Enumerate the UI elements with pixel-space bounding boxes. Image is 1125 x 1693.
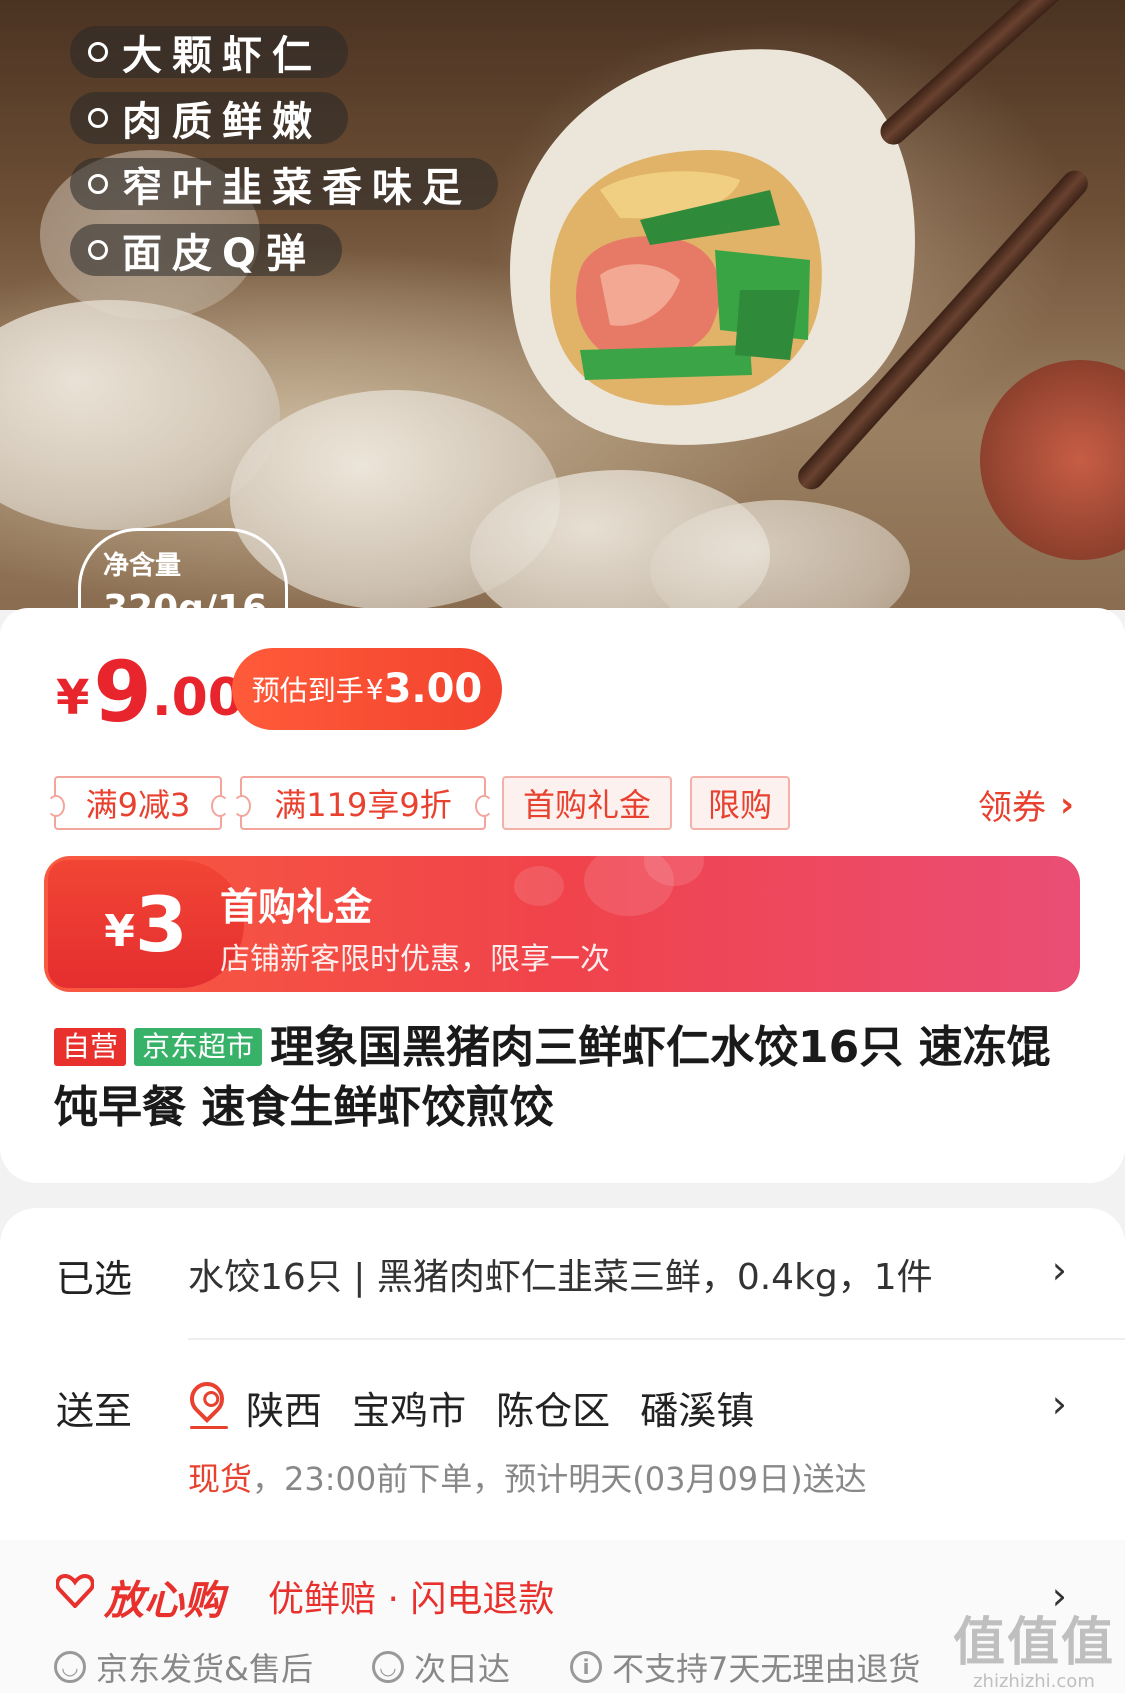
self-operated-badge: 自营 — [54, 1028, 127, 1066]
selected-label: 已选 — [56, 1257, 133, 1301]
watermark-url: zhizhizhi.com — [973, 1671, 1095, 1692]
info-icon: i — [570, 1651, 602, 1683]
divider — [188, 1338, 1125, 1340]
gift-amount: 3 — [134, 879, 188, 969]
product-hero-image[interactable]: 大颗虾仁 肉质鲜嫩 窄叶韭菜香味足 面皮Q弹 净含量 320g/16只 — [0, 0, 1125, 610]
delivery-estimate: 现货，23:00前下单，预计明天(03月09日)送达 — [188, 1454, 867, 1500]
gift-amount-block: ¥ 3 — [48, 860, 244, 988]
decorative-bubble — [514, 866, 564, 906]
first-purchase-gift-banner[interactable]: ¥ 3 首购礼金 店铺新客限时优惠，限享一次 — [44, 856, 1080, 992]
gift-subtitle: 店铺新客限时优惠，限享一次 — [220, 942, 610, 977]
estimate-currency: ¥ — [365, 672, 384, 706]
product-info-card: ¥ 9 .00 预估到手 ¥ 3.00 满9减3 满119享9折 首购礼金 限购… — [0, 608, 1125, 1183]
get-coupon-button[interactable]: 领券 › — [978, 780, 1074, 829]
bullet-circle-icon — [88, 42, 108, 62]
chevron-right-icon: › — [1051, 1248, 1067, 1292]
promo-tag-limit[interactable]: 限购 — [690, 776, 790, 830]
service-text: 京东发货&售后 — [96, 1650, 313, 1688]
chevron-right-icon: › — [1051, 1382, 1067, 1426]
price: ¥ 9 .00 — [56, 650, 244, 734]
feature-text: 肉质鲜嫩 — [122, 99, 322, 145]
service-text: 不支持7天无理由退货 — [612, 1650, 921, 1688]
bullet-circle-icon — [88, 240, 108, 260]
shipping-address: 陕西 宝鸡市 陈仓区 磻溪镇 — [246, 1389, 755, 1433]
jd-supermarket-badge: 京东超市 — [134, 1028, 263, 1066]
feature-list: 大颗虾仁 肉质鲜嫩 窄叶韭菜香味足 面皮Q弹 — [70, 26, 498, 290]
shipping-label: 送至 — [56, 1389, 133, 1433]
bullet-circle-icon — [88, 108, 108, 128]
estimate-amount: 3.00 — [383, 666, 483, 712]
gift-currency: ¥ — [104, 905, 135, 957]
estimated-price-pill[interactable]: 预估到手 ¥ 3.00 — [232, 648, 502, 730]
delivery-text: ，23:00前下单，预计明天(03月09日)送达 — [252, 1460, 867, 1498]
heart-shield-icon — [56, 1574, 94, 1608]
promo-tag-first-purchase[interactable]: 首购礼金 — [502, 776, 672, 830]
promo-tag-coupon[interactable]: 满9减3 — [47, 776, 229, 830]
price-integer: 9 — [93, 643, 152, 741]
promo-tags: 满9减3 满119享9折 首购礼金 限购 领券 › — [47, 776, 1074, 832]
sauce-bowl-shape — [980, 360, 1125, 560]
net-weight-label: 净含量 — [103, 551, 182, 581]
site-watermark: 值值值 zhizhizhi.com — [953, 1600, 1115, 1692]
feature-pill: 面皮Q弹 — [70, 224, 343, 277]
dumpling-illustration — [510, 49, 915, 445]
promo-tag-discount[interactable]: 满119享9折 — [233, 776, 493, 830]
feature-pill: 肉质鲜嫩 — [70, 92, 348, 145]
bullet-circle-icon — [88, 174, 108, 194]
watermark-text: 值值值 — [952, 1613, 1115, 1673]
stock-status: 现货 — [188, 1460, 253, 1498]
price-decimal: .00 — [151, 668, 244, 728]
feature-text: 窄叶韭菜香味足 — [122, 165, 472, 211]
location-pin-icon — [182, 1374, 232, 1424]
service-text: 次日达 — [414, 1650, 511, 1688]
estimate-label: 预估到手 — [251, 674, 364, 707]
chevron-right-icon: › — [1059, 784, 1074, 825]
selected-value: 水饺16只 | 黑猪肉虾仁韭菜三鲜，0.4kg，1件 — [188, 1257, 933, 1298]
service-item: i 不支持7天无理由退货 — [570, 1644, 920, 1690]
price-currency: ¥ — [56, 670, 90, 726]
smile-check-icon: ◡ — [54, 1651, 86, 1683]
feature-pill: 大颗虾仁 — [70, 26, 348, 79]
net-weight-badge: 净含量 320g/16只 — [78, 528, 288, 610]
assurance-subtitle: 优鲜赔 · 闪电退款 — [268, 1579, 555, 1620]
get-coupon-label: 领券 — [977, 788, 1046, 828]
service-item: ◡ 次日达 — [372, 1644, 510, 1690]
feature-pill: 窄叶韭菜香味足 — [70, 158, 498, 211]
service-item: ◡ 京东发货&售后 — [54, 1644, 313, 1690]
gift-title: 首购礼金 — [220, 885, 373, 929]
smile-check-icon: ◡ — [372, 1651, 404, 1683]
assurance-title: 放心购 — [104, 1578, 224, 1624]
net-weight-value: 320g/16只 — [103, 588, 268, 610]
feature-text: 面皮Q弹 — [122, 231, 317, 277]
feature-text: 大颗虾仁 — [122, 33, 322, 79]
location-pin-base-icon — [190, 1426, 228, 1429]
product-title-block: 自营 京东超市 理象国黑猪肉三鲜虾仁水饺16只 速冻馄饨早餐 速食生鲜虾饺煎饺 — [54, 1018, 1074, 1138]
